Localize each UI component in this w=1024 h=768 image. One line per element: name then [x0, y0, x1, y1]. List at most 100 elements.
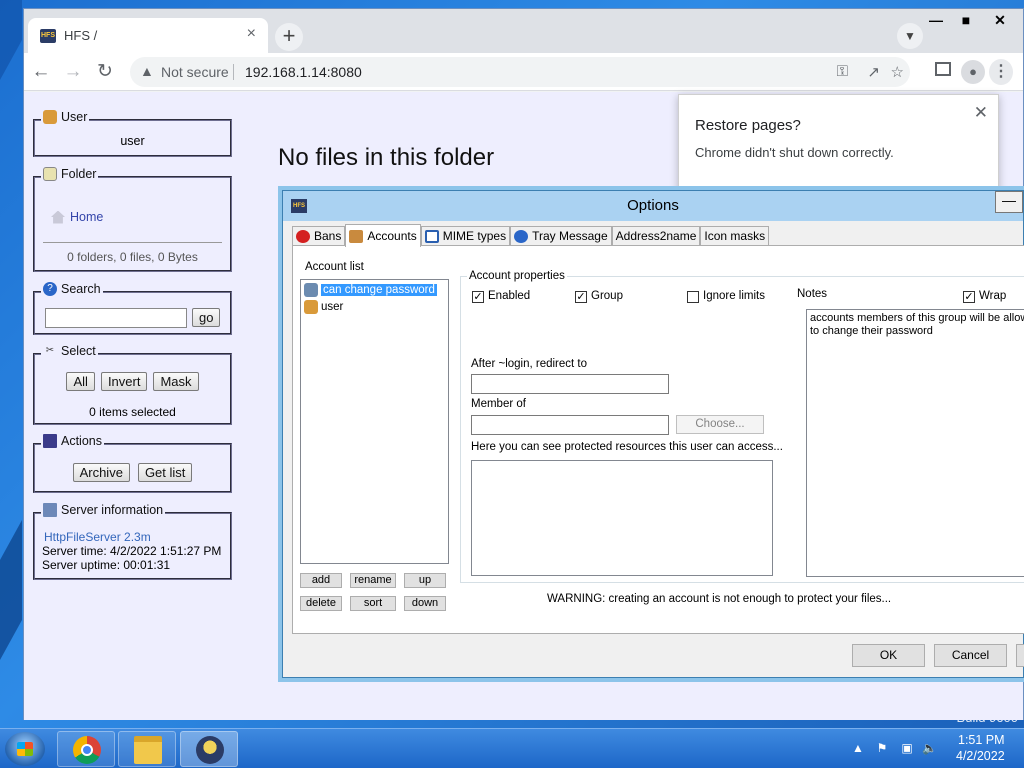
group-label[interactable]: Group [591, 290, 623, 302]
cancel-button[interactable]: Cancel [934, 644, 1007, 667]
server-version-link[interactable]: HttpFileServer 2.3m [44, 530, 151, 544]
key-icon[interactable]: ⚿ [837, 63, 848, 80]
browser-tab[interactable]: HFS HFS / × [28, 18, 268, 53]
ignore-limits-label[interactable]: Ignore limits [703, 290, 765, 302]
reload-icon[interactable]: ↻ [94, 61, 116, 83]
search-input[interactable] [45, 308, 187, 328]
warning-text: WARNING: creating an account is not enou… [547, 593, 892, 605]
taskbar-hfs-button[interactable] [180, 731, 238, 767]
server-info-panel: Server information HttpFileServer 2.3m S… [33, 503, 232, 580]
home-link[interactable]: Home [51, 210, 103, 224]
enabled-label[interactable]: Enabled [488, 290, 530, 302]
options-tabs: Bans Accounts MIME types Tray Message Ad… [292, 224, 770, 247]
accounts-tab-panel: Account list can change password user ad… [292, 245, 1024, 634]
home-link-label[interactable]: Home [70, 210, 103, 224]
delete-account-button[interactable]: delete [300, 596, 342, 611]
tab-strip: HFS HFS / × + ▼ — ■ ✕ [24, 9, 1023, 53]
forward-arrow-icon[interactable]: → [62, 61, 84, 83]
selection-status: 0 items selected [89, 405, 176, 419]
restore-title: Restore pages? [695, 117, 801, 134]
move-down-button[interactable]: down [404, 596, 446, 611]
add-account-button[interactable]: add [300, 573, 342, 588]
network-icon[interactable]: ▣ [900, 741, 914, 755]
tab-address2name[interactable]: Address2name [611, 226, 701, 246]
address-bar[interactable]: ▲ Not secure 192.168.1.14:8080 ⚿ ↗ ☆ [130, 57, 910, 87]
close-window-button[interactable]: ✕ [981, 9, 1019, 31]
url-text[interactable]: 192.168.1.14:8080 [245, 64, 362, 80]
options-dialog: HFS Options — Bans Accounts MIME types T… [282, 190, 1024, 678]
chrome-icon [73, 736, 101, 764]
volume-muted-icon[interactable]: 🔈 [922, 741, 937, 755]
menu-dots-icon[interactable]: ⋮ [989, 59, 1013, 85]
stop-icon [296, 230, 310, 243]
account-list[interactable]: can change password user [300, 279, 449, 564]
account-item-group[interactable]: can change password [304, 282, 437, 297]
options-titlebar[interactable]: HFS Options — [283, 191, 1023, 221]
notes-textarea[interactable]: accounts members of this group will be a… [806, 309, 1024, 577]
wrap-label[interactable]: Wrap [979, 290, 1006, 302]
clock-date[interactable]: 4/2/2022 [956, 749, 1005, 763]
server-icon [43, 503, 57, 517]
rename-account-button[interactable]: rename [350, 573, 396, 588]
show-hidden-icons-icon[interactable]: ▲ [851, 741, 865, 755]
bookmark-star-icon[interactable]: ☆ [891, 63, 904, 81]
action-center-flag-icon[interactable]: ⚑ [875, 741, 889, 755]
group-icon [304, 282, 318, 297]
group-checkbox[interactable]: ✓ [575, 291, 587, 303]
hfs-icon [196, 736, 224, 764]
taskbar: ▲ ⚑ ▣ 🔈 1:51 PM 4/2/2022 [0, 728, 1024, 768]
share-icon[interactable]: ↗ [867, 63, 880, 81]
folder-panel-title: Folder [61, 167, 97, 181]
start-button[interactable] [5, 732, 45, 766]
apply-button[interactable] [1016, 644, 1024, 667]
archive-button[interactable]: Archive [72, 463, 130, 482]
tab-tray-message[interactable]: Tray Message [510, 226, 612, 246]
sort-accounts-button[interactable]: sort [350, 596, 396, 611]
side-panel-icon[interactable] [935, 62, 951, 76]
mask-button[interactable]: Mask [153, 372, 199, 391]
resources-label: Here you can see protected resources thi… [471, 441, 783, 453]
user-icon [43, 110, 57, 124]
warning-triangle-icon[interactable]: ▲ [140, 63, 154, 79]
redirect-input[interactable] [471, 374, 669, 394]
security-label[interactable]: Not secure [161, 64, 229, 80]
go-button[interactable]: go [192, 308, 221, 327]
close-icon[interactable]: ✕ [974, 103, 988, 123]
minimize-button[interactable]: — [919, 9, 953, 31]
no-files-message: No files in this folder [278, 144, 495, 171]
member-of-input[interactable] [471, 415, 669, 435]
notes-text[interactable]: accounts members of this group will be a… [807, 310, 1024, 340]
wrap-checkbox[interactable]: ✓ [963, 291, 975, 303]
new-tab-button[interactable]: + [275, 23, 303, 51]
tab-icon-masks[interactable]: Icon masks [700, 226, 770, 246]
browser-toolbar: ← → ↻ ▲ Not secure 192.168.1.14:8080 ⚿ ↗… [24, 53, 1023, 91]
tab-bans[interactable]: Bans [292, 226, 346, 246]
tab-close-icon[interactable]: × [247, 26, 256, 42]
select-all-button[interactable]: All [66, 372, 95, 391]
server-time: Server time: 4/2/2022 1:51:27 PM [42, 544, 222, 558]
profile-avatar-icon[interactable]: ● [961, 60, 985, 84]
account-item-label[interactable]: user [321, 301, 343, 313]
scissors-icon: ✂ [45, 345, 55, 356]
move-up-button[interactable]: up [404, 573, 446, 588]
clock-time[interactable]: 1:51 PM [958, 733, 1005, 747]
choose-button[interactable]: Choose... [676, 415, 764, 434]
maximize-button[interactable]: ■ [949, 9, 983, 31]
tab-bans-label: Bans [314, 229, 342, 243]
invert-selection-button[interactable]: Invert [100, 372, 148, 391]
ignore-limits-checkbox[interactable] [687, 291, 699, 303]
enabled-checkbox[interactable]: ✓ [472, 291, 484, 303]
resources-list[interactable] [471, 460, 773, 576]
ok-button[interactable]: OK [852, 644, 925, 667]
back-arrow-icon[interactable]: ← [30, 61, 52, 83]
window-icon [424, 230, 439, 243]
account-item-label[interactable]: can change password [321, 283, 437, 296]
get-list-button[interactable]: Get list [137, 463, 193, 482]
options-minimize-button[interactable]: — [995, 191, 1023, 213]
restore-message: Chrome didn't shut down correctly. [695, 145, 894, 160]
taskbar-chrome-button[interactable] [57, 731, 115, 767]
tab-accounts[interactable]: Accounts [345, 224, 421, 247]
tab-mime-types[interactable]: MIME types [420, 226, 511, 246]
taskbar-explorer-button[interactable] [118, 731, 176, 767]
account-item-user[interactable]: user [304, 299, 343, 314]
